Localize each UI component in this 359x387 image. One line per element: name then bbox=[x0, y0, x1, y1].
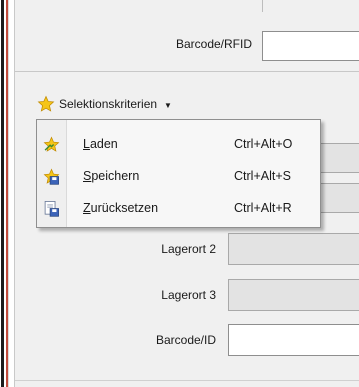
star-save-icon bbox=[43, 168, 60, 185]
column-divider bbox=[262, 0, 263, 12]
menu-item-zuruecksetzen[interactable]: Zurücksetzen Ctrl+Alt+R bbox=[37, 193, 320, 223]
lagerort3-label: Lagerort 3 bbox=[161, 288, 216, 302]
selektionskriterien-label: Selektionskriterien bbox=[59, 97, 158, 111]
barcode-rfid-input[interactable] bbox=[262, 31, 359, 61]
star-load-icon bbox=[43, 136, 60, 152]
menu-item-label: Zurücksetzen bbox=[83, 201, 159, 215]
barcode-id-label: Barcode/ID bbox=[155, 333, 216, 347]
barcode-id-input[interactable] bbox=[228, 324, 359, 356]
menu-item-laden[interactable]: Laden Ctrl+Alt+O bbox=[37, 129, 320, 159]
left-window-edge bbox=[0, 0, 9, 387]
reset-icon bbox=[44, 200, 59, 217]
red-border bbox=[6, 0, 8, 387]
selektionskriterien-menu: Laden Ctrl+Alt+O Speichern Ctrl+Alt+S Zu… bbox=[36, 119, 321, 228]
star-icon bbox=[37, 95, 55, 112]
menu-item-shortcut: Ctrl+Alt+R bbox=[234, 201, 292, 215]
bottom-divider bbox=[15, 380, 359, 381]
dark-border bbox=[1, 0, 4, 387]
lagerort2-field[interactable] bbox=[228, 233, 359, 265]
top-section: Barcode/RFID bbox=[15, 0, 359, 72]
menu-item-speichern[interactable]: Speichern Ctrl+Alt+S bbox=[37, 161, 320, 191]
lagerort3-field[interactable] bbox=[228, 279, 359, 311]
chevron-down-icon: ▼ bbox=[164, 100, 172, 110]
menu-item-label: Speichern bbox=[83, 169, 140, 183]
menu-item-shortcut: Ctrl+Alt+O bbox=[234, 137, 293, 151]
selektionskriterien-dropdown-button[interactable]: Selektionskriterien ▼ bbox=[37, 94, 172, 114]
lagerort2-label: Lagerort 2 bbox=[161, 242, 216, 256]
menu-item-shortcut: Ctrl+Alt+S bbox=[234, 169, 291, 183]
barcode-rfid-label: Barcode/RFID bbox=[175, 37, 252, 51]
menu-item-label: Laden bbox=[83, 137, 118, 151]
